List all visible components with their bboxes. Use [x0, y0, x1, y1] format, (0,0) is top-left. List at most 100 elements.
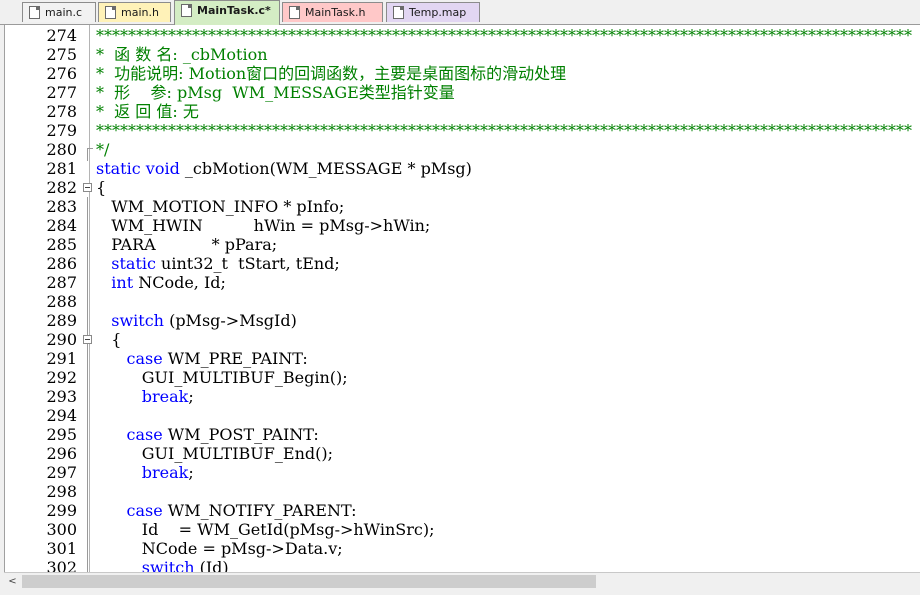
- line-number: 298: [46, 482, 77, 501]
- code-text: * 函 数 名: _cbMotion: [96, 45, 268, 64]
- tab-label: Temp.map: [409, 6, 467, 19]
- line-number: 289: [46, 311, 77, 330]
- code-text: PARA * pPara;: [96, 235, 278, 254]
- code-text: ****************************************…: [96, 26, 912, 45]
- code-rest: (pMsg->MsgId): [163, 311, 297, 330]
- code-line[interactable]: 287 int NCode, Id;: [5, 273, 920, 292]
- tab-maintask-h[interactable]: MainTask.h: [282, 2, 383, 22]
- code-line[interactable]: 282 {: [5, 178, 920, 197]
- code-keyword: case: [126, 349, 163, 368]
- tab-temp-map[interactable]: Temp.map: [386, 2, 480, 22]
- line-number: 278: [46, 102, 77, 121]
- code-text: {: [96, 178, 107, 197]
- tab-label: main.h: [121, 6, 159, 19]
- code-text: break;: [96, 463, 194, 482]
- code-line[interactable]: 297 break;: [5, 463, 920, 482]
- code-line[interactable]: 284 WM_HWIN hWin = pMsg->hWin;: [5, 216, 920, 235]
- code-line[interactable]: 285 PARA * pPara;: [5, 235, 920, 254]
- code-line[interactable]: 280 */: [5, 140, 920, 159]
- code-line[interactable]: 293 break;: [5, 387, 920, 406]
- code-line[interactable]: 296 GUI_MULTIBUF_End();: [5, 444, 920, 463]
- code-line[interactable]: 294: [5, 406, 920, 425]
- code-line[interactable]: 289 switch (pMsg->MsgId): [5, 311, 920, 330]
- collapse-icon[interactable]: [83, 335, 92, 344]
- file-icon: [105, 6, 116, 19]
- code-line[interactable]: 291 case WM_PRE_PAINT:: [5, 349, 920, 368]
- line-number: 292: [46, 368, 77, 387]
- code-text: * 功能说明: Motion窗口的回调函数，主要是桌面图标的滑动处理: [96, 64, 567, 83]
- code-line[interactable]: 274 *************************************…: [5, 26, 920, 45]
- code-rest: uint32_t tStart, tEnd;: [155, 254, 340, 273]
- line-number: 296: [46, 444, 77, 463]
- code-text: GUI_MULTIBUF_Begin();: [96, 368, 348, 387]
- line-number: 279: [46, 121, 77, 140]
- code-line[interactable]: 283 WM_MOTION_INFO * pInfo;: [5, 197, 920, 216]
- line-number: 294: [46, 406, 77, 425]
- code-line[interactable]: 299 case WM_NOTIFY_PARENT:: [5, 501, 920, 520]
- code-text: * 返 回 值: 无: [96, 102, 199, 121]
- tab-main-h[interactable]: main.h: [98, 2, 171, 22]
- code-keyword: switch: [141, 558, 195, 572]
- code-text: NCode = pMsg->Data.v;: [96, 539, 343, 558]
- code-text: static uint32_t tStart, tEnd;: [96, 254, 340, 273]
- code-keyword: break: [141, 463, 189, 482]
- code-keyword: switch: [111, 311, 164, 330]
- code-line[interactable]: 279 *************************************…: [5, 121, 920, 140]
- code-line[interactable]: 300 Id = WM_GetId(pMsg->hWinSrc);: [5, 520, 920, 539]
- code-text: static void _cbMotion(WM_MESSAGE * pMsg): [96, 159, 472, 178]
- line-number: 282: [46, 178, 77, 197]
- code-text: * 形 参: pMsg WM_MESSAGE类型指针变量: [96, 83, 455, 102]
- code-line[interactable]: 302 switch (Id): [5, 558, 920, 572]
- file-icon: [289, 6, 300, 19]
- code-line[interactable]: 275 * 函 数 名: _cbMotion: [5, 45, 920, 64]
- code-keyword: case: [126, 501, 163, 520]
- scrollbar-thumb[interactable]: [22, 575, 596, 588]
- line-number: 291: [46, 349, 77, 368]
- code-line[interactable]: 290 {: [5, 330, 920, 349]
- code-line[interactable]: 301 NCode = pMsg->Data.v;: [5, 539, 920, 558]
- code-text: {: [96, 330, 122, 349]
- line-number: 299: [46, 501, 77, 520]
- code-line[interactable]: 292 GUI_MULTIBUF_Begin();: [5, 368, 920, 387]
- code-line[interactable]: 286 static uint32_t tStart, tEnd;: [5, 254, 920, 273]
- file-icon: [29, 6, 40, 19]
- tab-maintask-c[interactable]: MainTask.c*: [174, 0, 280, 25]
- code-line[interactable]: 277 * 形 参: pMsg WM_MESSAGE类型指针变量: [5, 83, 920, 102]
- scroll-left-icon[interactable]: <: [4, 573, 21, 590]
- code-text: case WM_NOTIFY_PARENT:: [96, 501, 357, 520]
- line-number: 301: [46, 539, 77, 558]
- tab-label: MainTask.c*: [197, 4, 271, 17]
- code-line[interactable]: 298: [5, 482, 920, 501]
- code-line[interactable]: 288: [5, 292, 920, 311]
- file-icon: [393, 6, 404, 19]
- code-text: */: [96, 140, 110, 159]
- code-rest: _cbMotion(WM_MESSAGE * pMsg): [179, 159, 472, 178]
- code-line[interactable]: 276 * 功能说明: Motion窗口的回调函数，主要是桌面图标的滑动处理: [5, 64, 920, 83]
- line-number: 290: [46, 330, 77, 349]
- line-number: 297: [46, 463, 77, 482]
- line-number: 293: [46, 387, 77, 406]
- file-icon: [181, 4, 192, 17]
- code-rest: WM_PRE_PAINT:: [162, 349, 308, 368]
- code-text: break;: [96, 387, 194, 406]
- code-keyword: static: [111, 254, 156, 273]
- collapse-icon[interactable]: [83, 183, 92, 192]
- code-text: ****************************************…: [96, 121, 912, 140]
- code-rest: ;: [188, 463, 194, 482]
- tab-main-c[interactable]: main.c: [22, 2, 96, 22]
- code-line[interactable]: 278 * 返 回 值: 无: [5, 102, 920, 121]
- line-number: 283: [46, 197, 77, 216]
- code-line[interactable]: 281 static void _cbMotion(WM_MESSAGE * pM…: [5, 159, 920, 178]
- code-line[interactable]: 295 case WM_POST_PAINT:: [5, 425, 920, 444]
- code-keyword: int: [111, 273, 134, 292]
- code-editor[interactable]: 274 *************************************…: [4, 25, 920, 572]
- line-number: 275: [46, 45, 77, 64]
- line-number: 277: [46, 83, 77, 102]
- horizontal-scrollbar[interactable]: <: [4, 572, 920, 590]
- line-number: 276: [46, 64, 77, 83]
- line-number: 295: [46, 425, 77, 444]
